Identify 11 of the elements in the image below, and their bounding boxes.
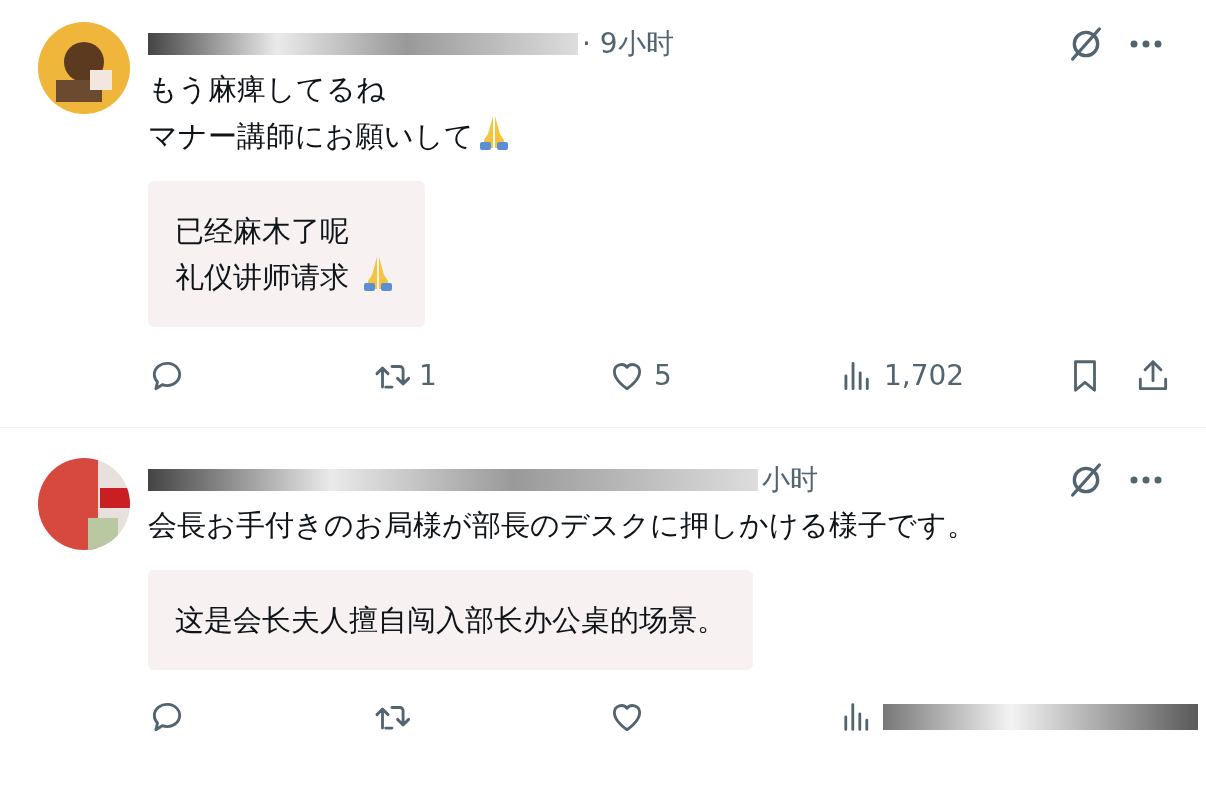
translation-text: 已经麻木了呢 (175, 213, 350, 250)
translation-text: 礼仪讲师请求 (175, 253, 399, 299)
count: 5 (654, 358, 672, 394)
timestamp: 小时 (762, 462, 818, 498)
reply-text: 会長お手付きのお局様が部長のデスクに押しかける様子です。 (148, 507, 977, 544)
timestamp: · 9小时 (582, 26, 674, 62)
count: 1,702 (884, 358, 965, 394)
reply-text: マナー講師にお願いして (148, 112, 1166, 159)
count: 1 (419, 358, 437, 394)
reply-text: もう麻痺してるね (148, 71, 387, 108)
translation-text: 这是会长夫人擅自闯入部长办公桌的场景。 (175, 602, 726, 639)
